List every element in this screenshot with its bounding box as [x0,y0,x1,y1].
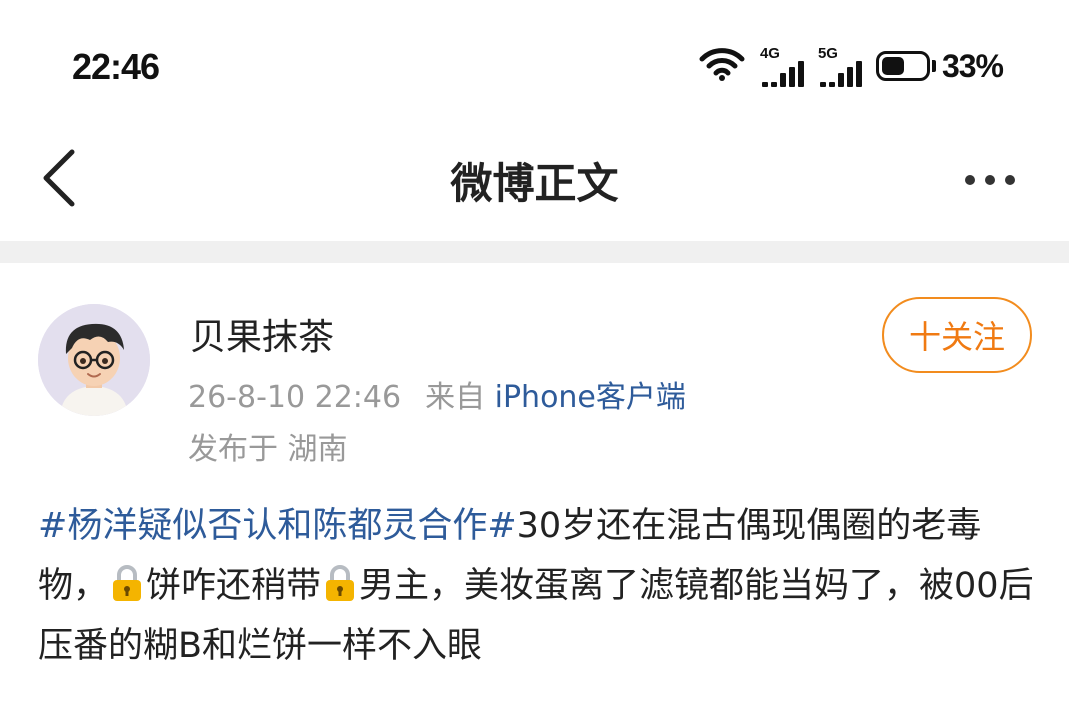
signal-5g-icon: 5G [818,45,862,87]
avatar[interactable] [38,304,150,416]
nav-bar: 微博正文 [0,130,1069,240]
more-button[interactable] [955,160,1025,200]
lock-emoji-icon [110,562,144,602]
signal-4g-icon: 4G [760,45,804,87]
post-time: 26-8-10 22:46 [188,380,402,415]
post-location: 发布于 湖南 [188,432,348,467]
topic-link[interactable]: #杨洋疑似否认和陈都灵合作# [38,506,517,546]
post-source[interactable]: iPhone客户端 [495,380,686,415]
status-time: 22:46 [72,46,160,87]
post-meta: 26-8-10 22:46 来自 iPhone客户端 [188,372,686,416]
more-dots-icon [965,175,975,185]
post-text-b: 饼咋还稍带 [146,566,322,606]
battery-percent: 33% [941,47,1004,84]
page-title: 微博正文 [450,159,619,208]
wifi-icon [698,47,746,85]
network-4g-label: 4G [759,45,780,62]
status-icons: 4G 5G 33% [698,44,1004,88]
post-body: #杨洋疑似否认和陈都灵合作#30岁还在混古偶现偶圈的老毒物， 饼咋还稍带 男主，美妆… [38,496,1038,676]
follow-button[interactable]: 十关注 [882,297,1032,373]
author-name[interactable]: 贝果抹茶 [190,308,334,360]
avatar-image [38,304,150,416]
status-bar: 22:46 4G 5G 33% [0,0,1069,130]
battery-fill [881,57,904,75]
section-divider [0,241,1069,263]
network-5g-label: 5G [817,45,838,62]
source-prefix: 来自 [425,380,486,415]
battery-icon: 33% [875,47,1004,85]
lock-emoji-icon [323,562,357,602]
